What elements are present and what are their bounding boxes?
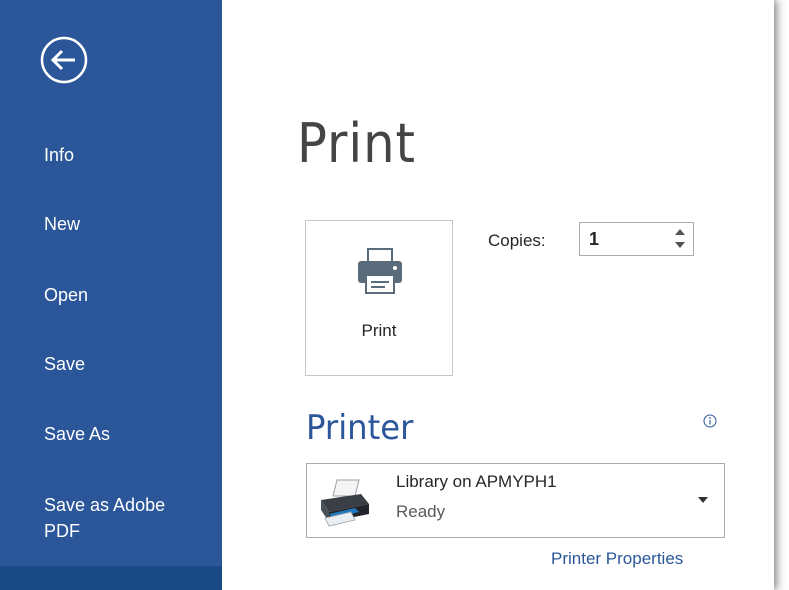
sidebar-item-save-as[interactable]: Save As bbox=[0, 422, 222, 446]
printer-name: Library on APMYPH1 bbox=[396, 472, 557, 491]
sidebar-item-save[interactable]: Save bbox=[0, 352, 222, 376]
decrement-arrow-icon[interactable] bbox=[675, 242, 685, 248]
page-title: Print bbox=[297, 112, 416, 175]
sidebar-item-save-as-adobe-pdf[interactable]: Save as Adobe PDF bbox=[0, 492, 200, 544]
printer-status: Ready bbox=[396, 502, 446, 521]
copies-spinner bbox=[673, 226, 687, 252]
info-icon[interactable] bbox=[703, 414, 717, 428]
sidebar-item-label: Save as Adobe PDF bbox=[44, 495, 166, 541]
chevron-down-icon bbox=[698, 497, 708, 503]
sidebar-item-new[interactable]: New bbox=[0, 212, 222, 236]
print-panel: Print Print Copies: 1 Printer Library on… bbox=[222, 0, 774, 590]
copies-label: Copies: bbox=[488, 231, 546, 250]
sidebar-item-label: New bbox=[44, 214, 81, 234]
sidebar-item-label: Save As bbox=[44, 424, 111, 444]
printer-section-heading: Printer bbox=[306, 408, 414, 448]
back-arrow-icon bbox=[40, 36, 88, 84]
copies-stepper[interactable]: 1 bbox=[579, 222, 694, 256]
back-button[interactable] bbox=[37, 33, 91, 87]
increment-arrow-icon[interactable] bbox=[675, 229, 685, 235]
sidebar-item-info[interactable]: Info bbox=[0, 143, 222, 167]
copies-value: 1 bbox=[589, 229, 600, 249]
sidebar-item-label: Open bbox=[44, 285, 89, 305]
backstage-sidebar: Info New Open Save Save As Save as Adobe… bbox=[0, 0, 222, 590]
printer-select[interactable]: Library on APMYPH1 Ready bbox=[306, 463, 725, 538]
sidebar-item-label: Save bbox=[44, 354, 86, 374]
printer-properties-link[interactable]: Printer Properties bbox=[551, 549, 683, 569]
print-button[interactable]: Print bbox=[305, 220, 453, 376]
sidebar-item-print-selected[interactable] bbox=[0, 566, 222, 590]
print-button-label: Print bbox=[361, 321, 397, 340]
printer-icon bbox=[358, 248, 402, 294]
backstage-window: Info New Open Save Save As Save as Adobe… bbox=[0, 0, 774, 590]
inkjet-printer-icon bbox=[321, 479, 369, 527]
sidebar-item-label: Info bbox=[44, 145, 75, 165]
sidebar-item-open[interactable]: Open bbox=[0, 283, 222, 307]
